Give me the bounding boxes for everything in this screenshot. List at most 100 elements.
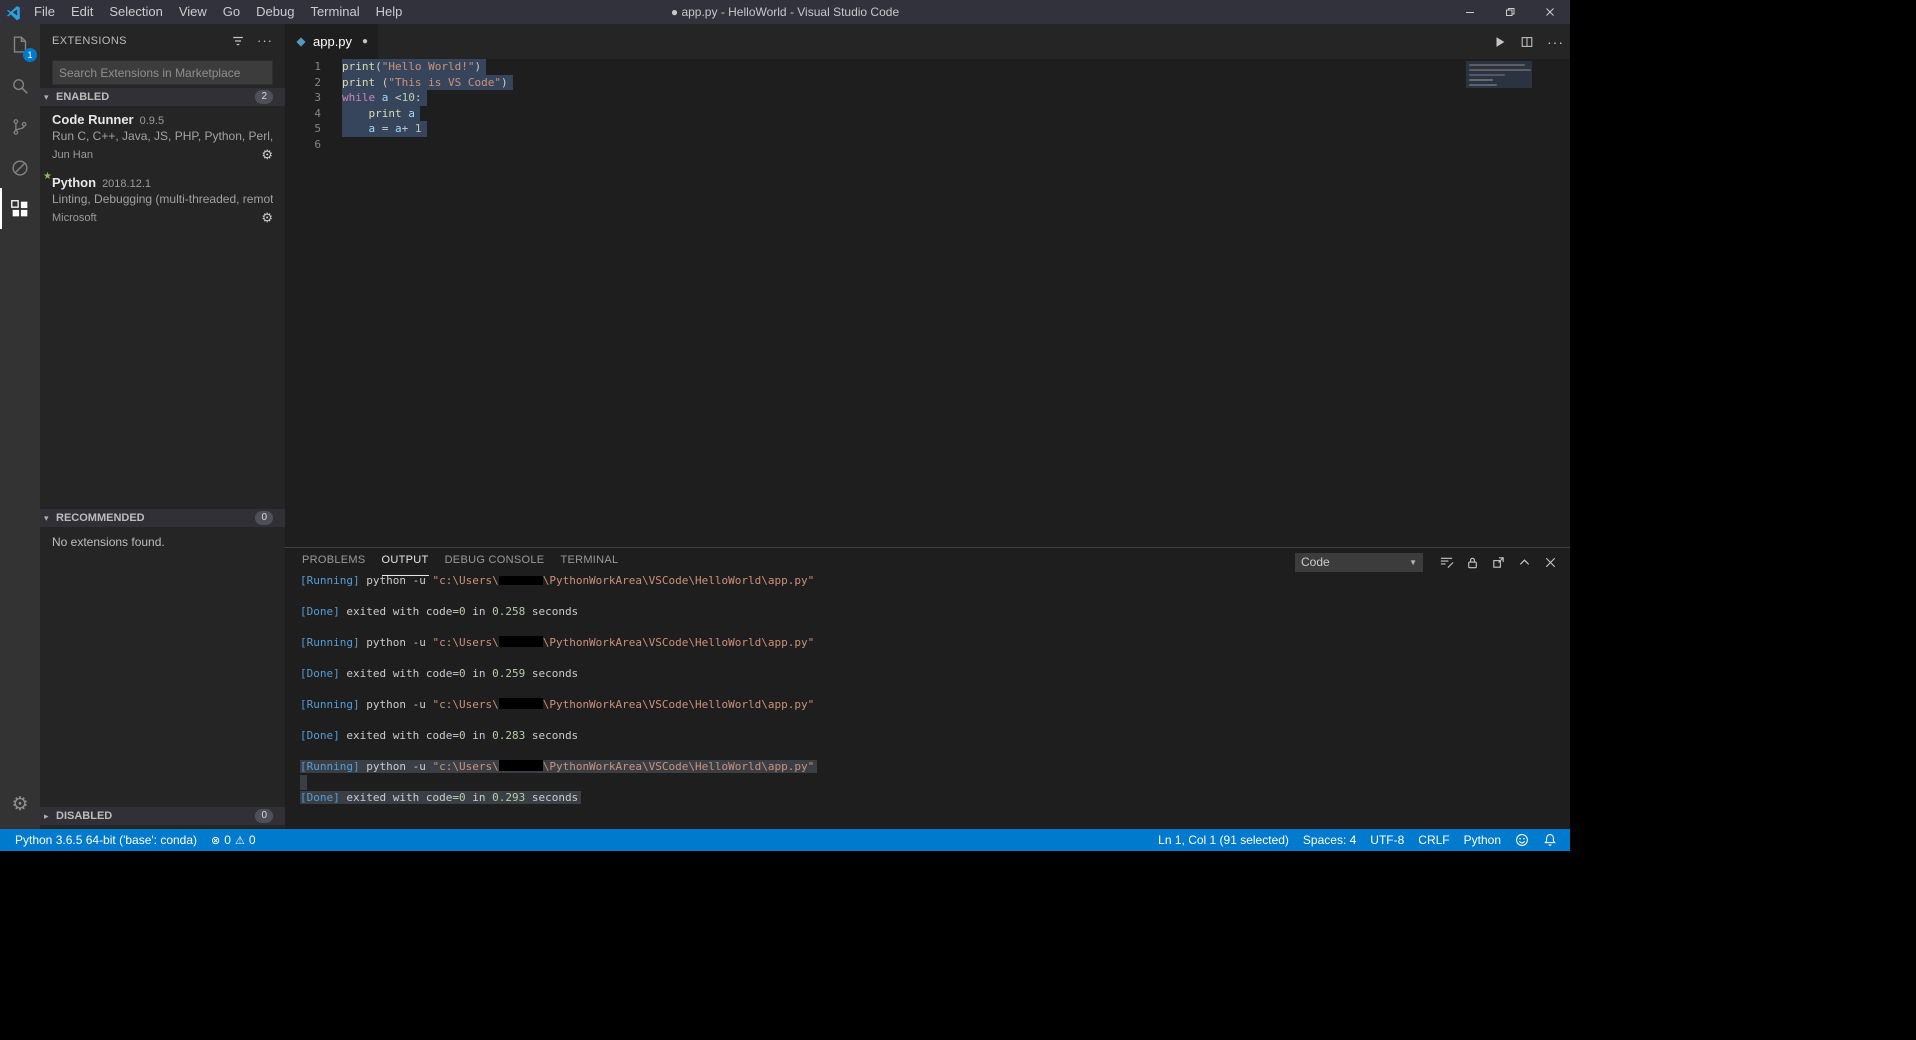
status-cursor-position[interactable]: Ln 1, Col 1 (91 selected) [1151,829,1296,851]
status-indentation[interactable]: Spaces: 4 [1296,829,1363,851]
extensions-sidebar: EXTENSIONS ··· ▾ ENABLED 2 Code Runner 0.… [40,24,285,829]
manage-gear-icon[interactable]: ⚙ [0,784,40,824]
split-editor-button[interactable] [1520,35,1534,49]
code-token: 0 [458,729,466,742]
scroll-lock-icon[interactable] [1465,555,1480,570]
panel-tab-problems[interactable]: PROBLEMS [302,548,366,576]
filter-icon[interactable] [231,34,245,48]
title-bar: File Edit Selection View Go Debug Terminal Help… [0,0,1570,24]
minimap[interactable] [1466,61,1558,191]
code-token: exited with code= [346,605,459,618]
extensions-search [52,60,273,85]
status-problems[interactable]: ⊗ 0 ⚠ 0 [204,829,262,851]
code-token: 0 [458,605,466,618]
open-in-editor-icon[interactable] [1491,555,1506,570]
menu-selection[interactable]: Selection [101,0,170,24]
code-token: [Done] [300,791,347,804]
code-token: ( [375,75,389,89]
extension-gear-icon[interactable]: ⚙ [261,147,273,163]
section-header-disabled[interactable]: ▸ DISABLED 0 [40,807,285,825]
activity-bar-source-control[interactable] [0,106,40,147]
status-python-interpreter[interactable]: Python 3.6.5 64-bit ('base': conda) [8,829,204,851]
activity-bar-explorer[interactable]: 1 [0,24,40,65]
output-blank-line [300,589,1570,605]
extension-description: Linting, Debugging (multi-threaded, remo… [52,192,273,206]
section-header-enabled[interactable]: ▾ ENABLED 2 [40,88,285,106]
menu-go[interactable]: Go [215,0,248,24]
status-language-mode[interactable]: Python [1457,829,1508,851]
line-number: 1 [314,60,321,73]
output-line: [Running] python -u "c:\Users\ \PythonWor… [300,576,1570,589]
editor-region: app.py ● ··· 1 print("Hello World!") 2 prin… [285,24,1570,829]
code-token: while [342,91,376,104]
code-token: in [465,729,493,742]
code-token: : [414,91,422,104]
extensions-list: Code Runner 0.9.5 Run C, C++, Java, JS, PH… [40,106,285,232]
notifications-bell-icon[interactable] [1536,829,1564,851]
menu-view[interactable]: View [171,0,215,24]
maximize-panel-icon[interactable] [1517,555,1532,570]
menu-debug[interactable]: Debug [248,0,302,24]
restore-button[interactable] [1490,0,1530,24]
output-line: [Running] python -u "c:\Users\ \PythonWor… [300,759,1570,775]
output-line-text: [Running] python -u "c:\Users\ \PythonWor… [300,636,814,649]
section-header-recommended[interactable]: ▾ RECOMMENDED 0 [40,509,285,527]
code-token: 0.293 [492,791,526,804]
output-blank-line [300,744,1570,760]
minimize-button[interactable] [1450,0,1490,24]
extension-item[interactable]: Code Runner 0.9.5 Run C, C++, Java, JS, PH… [40,106,285,169]
status-encoding[interactable]: UTF-8 [1363,829,1411,851]
feedback-smiley-icon[interactable] [1508,829,1536,851]
redacted-text [498,576,543,585]
output-content[interactable]: [Running] python -u "c:\Users\ \PythonWor… [285,576,1570,829]
close-panel-icon[interactable] [1543,555,1558,570]
code-token: "c:\Users\ [432,760,499,773]
modified-dot-icon[interactable]: ● [362,36,368,47]
code-line: 5 a = a+ 1 [285,121,1570,137]
panel-tab-debug-console[interactable]: DEBUG CONSOLE [445,548,545,576]
line-number: 4 [314,106,321,120]
menu-help[interactable]: Help [368,0,411,24]
menu-file[interactable]: File [26,0,63,24]
code-token: \PythonWorkArea\VSCode\HelloWorld\app.py… [542,698,815,711]
output-channel-value: Code [1301,555,1330,569]
status-eol[interactable]: CRLF [1411,829,1456,851]
code-token: seconds [525,791,579,804]
code-token: ) [474,60,482,73]
output-line-text: [Done] exited with code=0 in 0.259 secon… [300,667,578,680]
run-code-button[interactable] [1493,35,1507,49]
output-line-text: [Running] python -u "c:\Users\ \PythonWor… [300,760,818,773]
code-token: python -u [366,698,433,711]
activity-bar-debug[interactable] [0,147,40,188]
menu-edit[interactable]: Edit [63,0,101,24]
clear-output-button[interactable] [1439,555,1454,570]
output-line-text: [Done] exited with code=0 in 0.293 secon… [300,791,582,804]
line-number: 5 [314,122,321,135]
code-token: exited with code= [346,791,459,804]
output-channel-select[interactable]: Code ▼ [1295,552,1423,572]
editor-code[interactable]: 1 print("Hello World!") 2 print ("This is V… [285,59,1570,152]
extension-gear-icon[interactable]: ⚙ [261,210,273,226]
output-blank-line [300,620,1570,636]
panel-tab-output[interactable]: OUTPUT [381,548,429,576]
output-blank-line [300,682,1570,698]
panel-tab-terminal[interactable]: TERMINAL [560,548,618,576]
extension-item[interactable]: ★ Python 2018.12.1 Linting, Debugging (mult… [40,169,285,232]
more-actions-icon[interactable]: ··· [257,34,273,47]
close-button[interactable] [1530,0,1570,24]
extension-footer: Microsoft ⚙ [52,210,273,225]
menu-terminal[interactable]: Terminal [302,0,367,24]
code-token: 0 [458,667,466,680]
editor-more-actions-icon[interactable]: ··· [1547,34,1564,50]
code-token: a [395,122,402,135]
panel-header: PROBLEMS OUTPUT DEBUG CONSOLE TERMINAL Code… [285,548,1570,576]
extension-author: Microsoft [52,211,97,224]
extensions-search-input[interactable] [53,61,272,84]
tab-app-py[interactable]: app.py ● [285,24,379,59]
activity-bar-search[interactable] [0,65,40,106]
redacted-text [498,636,543,647]
activity-bar-extensions[interactable] [0,188,40,229]
code-token: + [401,122,415,135]
